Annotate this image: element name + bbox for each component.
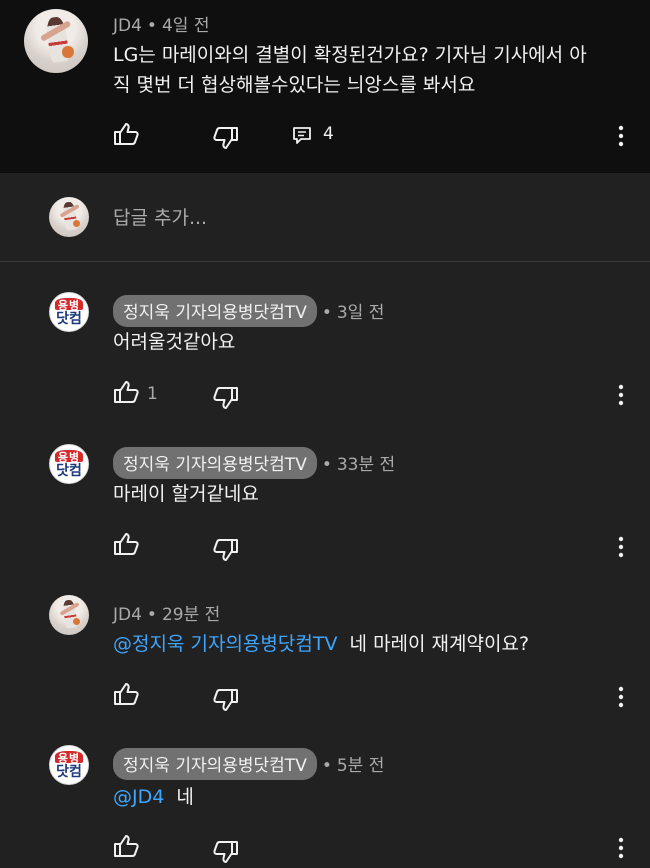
reply-item: 용병 닷컴 정지욱 기자의용병닷컴TV • 5분 전 @JD4 네	[0, 716, 650, 868]
author-avatar[interactable]	[49, 595, 89, 635]
reply-time: 33분 전	[336, 455, 396, 475]
dislike-icon[interactable]	[213, 126, 239, 150]
like-count: 1	[147, 384, 158, 404]
parent-comment: JD4 • 4일 전 LG는 마레이와의 결별이 확정된건가요? 기자님 기사에서 …	[0, 0, 650, 173]
like-icon[interactable]	[113, 532, 139, 556]
reply-meta: JD4 • 29분 전	[113, 605, 221, 625]
dislike-icon[interactable]	[213, 386, 239, 410]
reply-meta: 정지욱 기자의용병닷컴TV • 5분 전	[113, 748, 384, 780]
reply-item: 용병 닷컴 정지욱 기자의용병닷컴TV • 3일 전 어려울것같아요 1	[0, 263, 650, 413]
add-reply-box[interactable]: 답글 추가...	[0, 173, 650, 262]
comment-text: LG는 마레이와의 결별이 확정된건가요? 기자님 기사에서 아 직 몇번 더 …	[113, 44, 587, 96]
dislike-icon[interactable]	[213, 538, 239, 562]
reply-meta: 정지욱 기자의용병닷컴TV • 3일 전	[113, 295, 384, 327]
channel-avatar[interactable]: 용병 닷컴	[49, 444, 89, 484]
mention-link[interactable]: @JD4	[113, 786, 164, 808]
reply-time: 5분 전	[336, 756, 385, 776]
user-avatar	[49, 197, 89, 237]
author-name[interactable]: JD4	[113, 16, 142, 36]
more-options-icon[interactable]	[616, 124, 626, 148]
reply-text: 마레이 할거같네요	[113, 483, 259, 505]
comment-meta: JD4 • 4일 전	[113, 16, 210, 36]
reply-text: @JD4 네	[113, 786, 194, 808]
reply-count[interactable]: 4	[323, 124, 334, 144]
like-icon[interactable]	[113, 682, 139, 706]
more-options-icon[interactable]	[616, 836, 626, 860]
author-name[interactable]: JD4	[113, 605, 142, 625]
channel-avatar[interactable]: 용병 닷컴	[49, 292, 89, 332]
reply-time: 3일 전	[336, 303, 385, 323]
reply-item: JD4 • 29분 전 @정지욱 기자의용병닷컴TV 네 마레이 재계약이요?	[0, 565, 650, 715]
reply-input[interactable]: 답글 추가...	[113, 203, 207, 230]
dislike-icon[interactable]	[213, 840, 239, 864]
reply-time: 29분 전	[161, 605, 221, 625]
like-icon[interactable]	[113, 834, 139, 858]
like-icon[interactable]	[113, 122, 139, 146]
reply-icon[interactable]	[292, 126, 312, 146]
author-chip[interactable]: 정지욱 기자의용병닷컴TV	[113, 295, 317, 327]
more-options-icon[interactable]	[616, 535, 626, 559]
author-chip[interactable]: 정지욱 기자의용병닷컴TV	[113, 447, 317, 479]
author-chip[interactable]: 정지욱 기자의용병닷컴TV	[113, 748, 317, 780]
author-avatar[interactable]	[24, 9, 88, 73]
channel-avatar[interactable]: 용병 닷컴	[49, 745, 89, 785]
reply-text: 어려울것같아요	[113, 331, 236, 353]
mention-link[interactable]: @정지욱 기자의용병닷컴TV	[113, 633, 337, 655]
reply-item: 용병 닷컴 정지욱 기자의용병닷컴TV • 33분 전 마레이 할거같네요	[0, 415, 650, 565]
like-icon[interactable]	[113, 380, 139, 404]
reply-text: @정지욱 기자의용병닷컴TV 네 마레이 재계약이요?	[113, 633, 530, 655]
comment-time: 4일 전	[161, 16, 210, 36]
reply-meta: 정지욱 기자의용병닷컴TV • 33분 전	[113, 447, 395, 479]
more-options-icon[interactable]	[616, 383, 626, 407]
more-options-icon[interactable]	[616, 685, 626, 709]
dislike-icon[interactable]	[213, 688, 239, 712]
